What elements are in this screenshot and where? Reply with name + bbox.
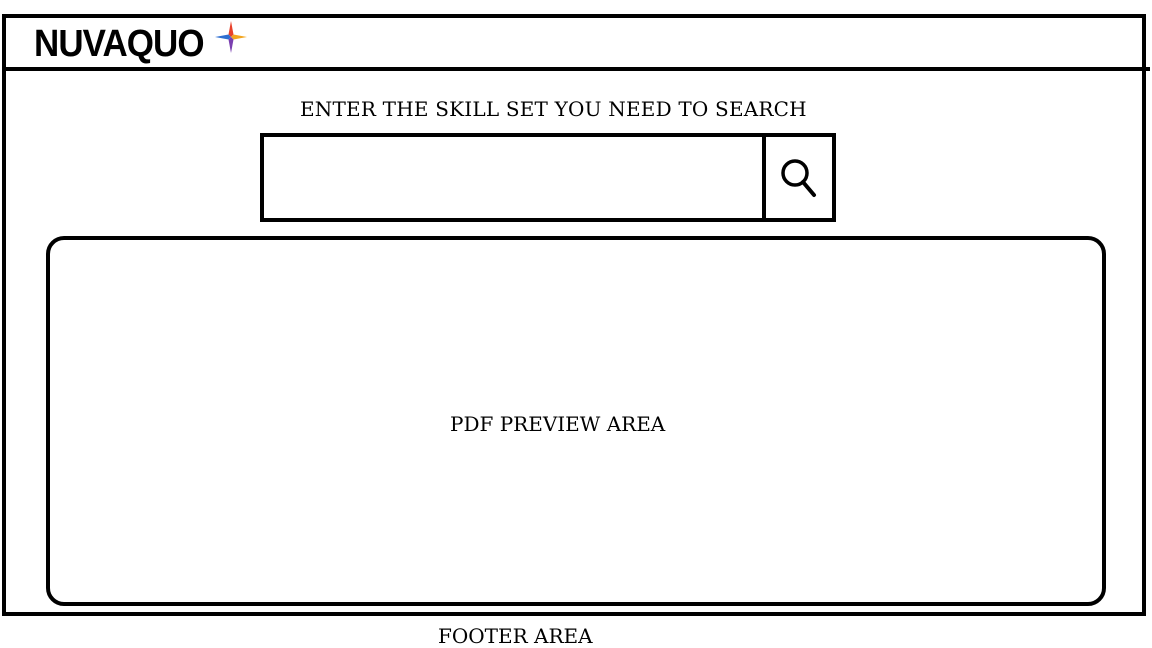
search-input[interactable] <box>264 137 762 218</box>
logo-text: NUVAQUO <box>34 23 205 65</box>
four-point-star-logo-icon <box>215 21 248 53</box>
logo[interactable]: NUVAQUO <box>34 21 248 66</box>
header-divider <box>2 67 1150 71</box>
search-button[interactable] <box>762 137 832 218</box>
pdf-preview-label: PDF PREVIEW AREA <box>450 412 666 436</box>
pdf-preview-area: PDF PREVIEW AREA <box>46 236 1106 606</box>
footer-label: FOOTER AREA <box>438 624 593 648</box>
search-label: ENTER THE SKILL SET YOU NEED TO SEARCH <box>300 97 807 121</box>
search-bar <box>260 133 836 222</box>
search-icon <box>781 158 816 197</box>
